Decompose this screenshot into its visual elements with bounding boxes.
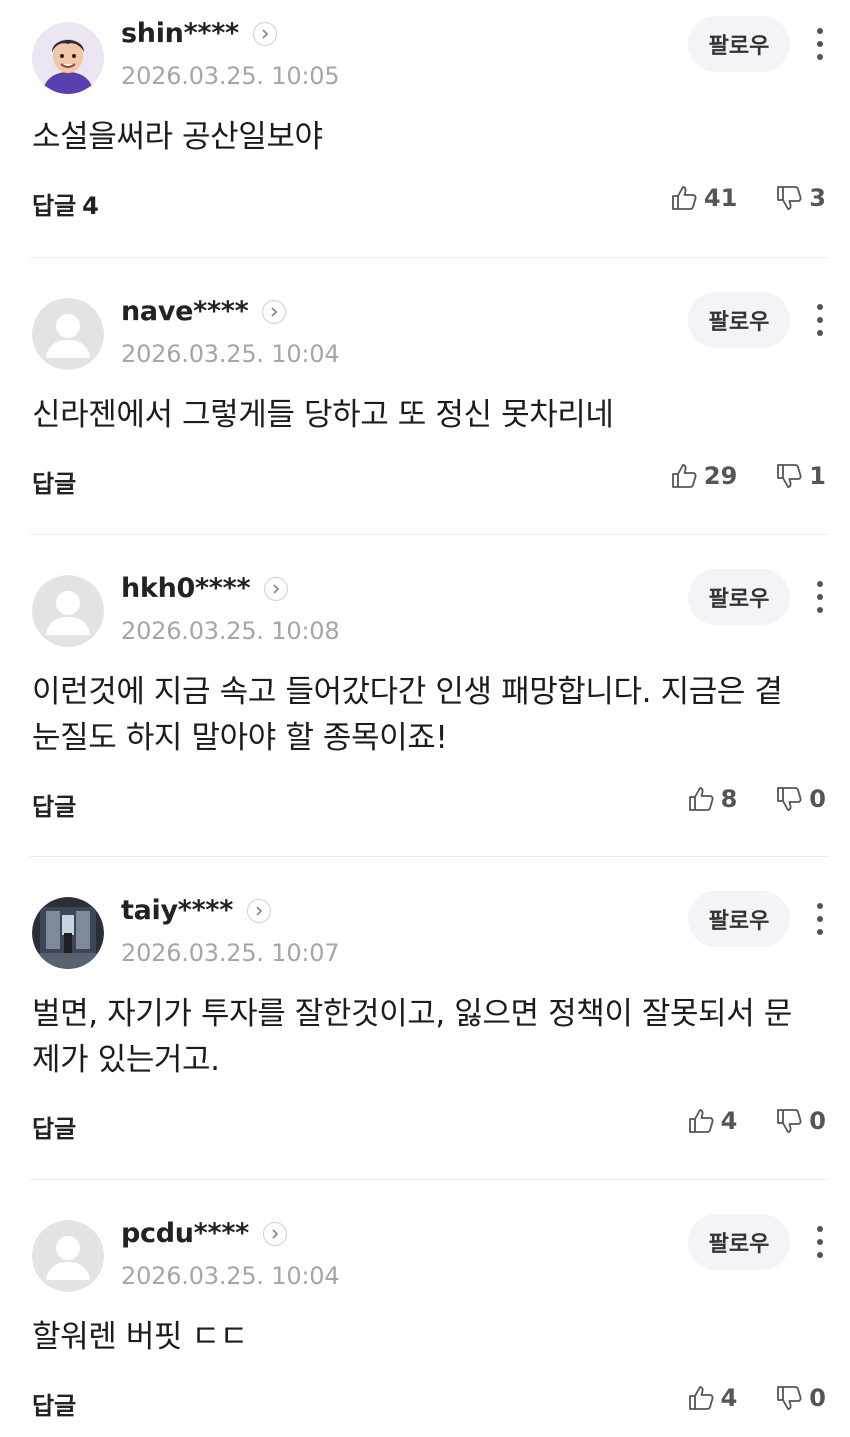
more-options-icon[interactable] (806, 577, 834, 617)
chevron-right-icon[interactable] (247, 898, 272, 923)
thumbs-down-icon (777, 1109, 802, 1133)
thumbs-up-icon (688, 1109, 714, 1133)
comment-text: 벌면, 자기가 투자를 잘한것이고, 잃으면 정책이 잘못되서 문제가 있는거고… (32, 996, 792, 1078)
username-row: hkh0**** (121, 573, 289, 604)
like-count: 8 (720, 785, 738, 813)
avatar[interactable] (32, 22, 104, 94)
timestamp: 2026.03.25. 10:04 (121, 1262, 340, 1290)
comment-text: 소설을써라 공산일보야 (32, 119, 323, 155)
reply-label: 답글 (32, 470, 77, 498)
vote-group: 29 1 (670, 462, 826, 490)
username-row: nave**** (121, 296, 287, 327)
dislike-button[interactable]: 1 (775, 462, 826, 490)
avatar[interactable] (32, 897, 104, 969)
follow-button[interactable]: 팔로우 (688, 1214, 790, 1270)
username-row: taiy**** (121, 895, 272, 926)
comment-item: nave**** 2026.03.25. 10:04 팔로우 신라젠에서 그렇게… (30, 258, 828, 535)
thumbs-up-icon (671, 464, 697, 488)
timestamp: 2026.03.25. 10:07 (121, 939, 340, 967)
comment-text: 신라젠에서 그렇게들 당하고 또 정신 못차리네 (32, 397, 614, 433)
like-button[interactable]: 4 (687, 1107, 738, 1135)
avatar[interactable] (32, 1220, 104, 1292)
chevron-right-icon[interactable] (262, 1221, 287, 1246)
comment-text: 할워렌 버핏 ㄷㄷ (32, 1319, 248, 1355)
like-button[interactable]: 4 (687, 1384, 738, 1412)
dislike-button[interactable]: 0 (775, 1384, 826, 1412)
like-count: 4 (720, 1107, 738, 1135)
like-button[interactable]: 29 (670, 462, 737, 490)
username[interactable]: hkh0**** (121, 573, 251, 604)
more-options-icon[interactable] (806, 1222, 834, 1262)
username[interactable]: taiy**** (121, 895, 233, 926)
dislike-button[interactable]: 0 (775, 1107, 826, 1135)
follow-button[interactable]: 팔로우 (688, 569, 790, 625)
vote-group: 4 0 (687, 1384, 826, 1412)
like-count: 29 (703, 462, 738, 490)
comment-item: hkh0**** 2026.03.25. 10:08 팔로우 이런것에 지금 속… (30, 535, 828, 857)
more-options-icon[interactable] (806, 899, 834, 939)
comment-item: taiy**** 2026.03.25. 10:07 팔로우 벌면, 자기가 투… (30, 857, 828, 1180)
vote-group: 8 0 (687, 785, 826, 813)
dislike-count: 3 (809, 184, 826, 212)
dislike-count: 1 (809, 462, 826, 490)
follow-button[interactable]: 팔로우 (688, 292, 790, 348)
username-row: shin**** (121, 18, 277, 49)
dislike-button[interactable]: 3 (775, 184, 826, 212)
reply-button[interactable]: 답글 (32, 787, 76, 822)
like-count: 41 (703, 184, 738, 212)
more-options-icon[interactable] (806, 300, 834, 340)
thumbs-up-icon (688, 1386, 714, 1410)
thumbs-up-icon (671, 186, 697, 210)
dislike-count: 0 (809, 1384, 826, 1412)
reply-label: 답글 (32, 1392, 77, 1420)
username[interactable]: nave**** (121, 296, 249, 327)
like-button[interactable]: 41 (670, 184, 737, 212)
chevron-right-icon[interactable] (264, 576, 289, 601)
dislike-button[interactable]: 0 (775, 785, 826, 813)
follow-button[interactable]: 팔로우 (688, 16, 790, 72)
like-button[interactable]: 8 (687, 785, 738, 813)
reply-label: 답글 (32, 793, 77, 821)
reply-button[interactable]: 답글 (32, 464, 76, 499)
chevron-right-icon[interactable] (262, 299, 287, 324)
comment-item: shin**** 2026.03.25. 10:05 팔로우 소설을써라 공산일… (30, 0, 828, 258)
chevron-right-icon[interactable] (252, 21, 277, 46)
follow-button[interactable]: 팔로우 (688, 891, 790, 947)
reply-button[interactable]: 답글 4 (32, 186, 99, 221)
like-count: 4 (720, 1384, 738, 1412)
thumbs-up-icon (688, 787, 714, 811)
comment-item: pcdu**** 2026.03.25. 10:04 팔로우 할워렌 버핏 ㄷㄷ… (30, 1180, 828, 1437)
thumbs-down-icon (777, 186, 802, 210)
avatar[interactable] (32, 575, 104, 647)
timestamp: 2026.03.25. 10:08 (121, 617, 340, 645)
avatar[interactable] (32, 298, 104, 370)
vote-group: 41 3 (670, 184, 826, 212)
thumbs-down-icon (777, 787, 802, 811)
username[interactable]: shin**** (121, 18, 239, 49)
dislike-count: 0 (809, 785, 826, 813)
username-row: pcdu**** (121, 1218, 287, 1249)
thumbs-down-icon (777, 1386, 802, 1410)
dislike-count: 0 (809, 1107, 826, 1135)
thumbs-down-icon (777, 464, 802, 488)
timestamp: 2026.03.25. 10:05 (121, 62, 340, 90)
more-options-icon[interactable] (806, 24, 834, 64)
reply-button[interactable]: 답글 (32, 1109, 76, 1144)
reply-label: 답글 (32, 1115, 77, 1143)
reply-button[interactable]: 답글 (32, 1386, 76, 1421)
reply-label: 답글 (32, 192, 77, 220)
reply-count: 4 (82, 192, 99, 220)
timestamp: 2026.03.25. 10:04 (121, 340, 340, 368)
vote-group: 4 0 (687, 1107, 826, 1135)
comment-text: 이런것에 지금 속고 들어갔다간 인생 패망합니다. 지금은 곁눈질도 하지 말… (32, 674, 783, 756)
username[interactable]: pcdu**** (121, 1218, 249, 1249)
